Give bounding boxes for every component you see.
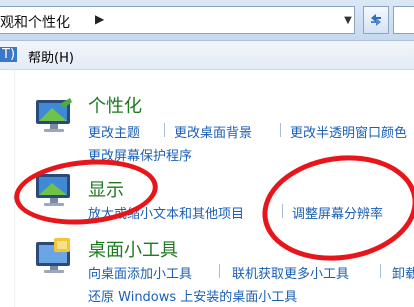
breadcrumb-current[interactable]: 观和个性化: [0, 12, 70, 32]
menu-bar: T) 帮助(H): [0, 41, 414, 70]
link-change-theme[interactable]: 更改主题: [88, 122, 140, 141]
gadgets-icon[interactable]: [34, 236, 74, 280]
link-separator: [280, 123, 281, 137]
search-input[interactable]: [393, 6, 414, 34]
link-separator: [219, 264, 220, 278]
control-panel-content: 个性化 更改主题 更改桌面背景 更改半透明窗口颜色 更改屏幕保护程序 显示 放大…: [0, 70, 414, 307]
link-add-gadgets[interactable]: 向桌面添加小工具: [88, 263, 192, 282]
annotation-oval-resolution: [255, 145, 414, 271]
link-change-window-color[interactable]: 更改半透明窗口颜色: [290, 122, 407, 141]
menu-item-help[interactable]: 帮助(H): [28, 47, 74, 66]
link-restore-gadgets[interactable]: 还原 Windows 上安装的桌面小工具: [88, 286, 297, 305]
breadcrumb-arrow-icon[interactable]: ▶: [95, 12, 104, 26]
personalization-title[interactable]: 个性化: [88, 92, 142, 118]
menu-item-tools[interactable]: T): [0, 47, 18, 62]
gadgets-title[interactable]: 桌面小工具: [88, 236, 178, 262]
address-bar: 观和个性化 ▶ ▼: [0, 0, 414, 41]
left-divider: [14, 70, 15, 307]
refresh-button[interactable]: [363, 6, 389, 34]
link-separator: [380, 264, 381, 278]
link-get-more-gadgets[interactable]: 联机获取更多小工具: [232, 263, 349, 282]
refresh-icon: [371, 14, 381, 26]
link-uninstall-gadget[interactable]: 卸载: [392, 263, 414, 282]
personalization-icon[interactable]: [34, 96, 74, 140]
breadcrumb[interactable]: 观和个性化 ▶: [0, 6, 355, 34]
chevron-down-icon[interactable]: ▼: [340, 6, 356, 34]
link-change-desktop-background[interactable]: 更改桌面背景: [174, 122, 252, 141]
link-separator: [164, 123, 165, 137]
